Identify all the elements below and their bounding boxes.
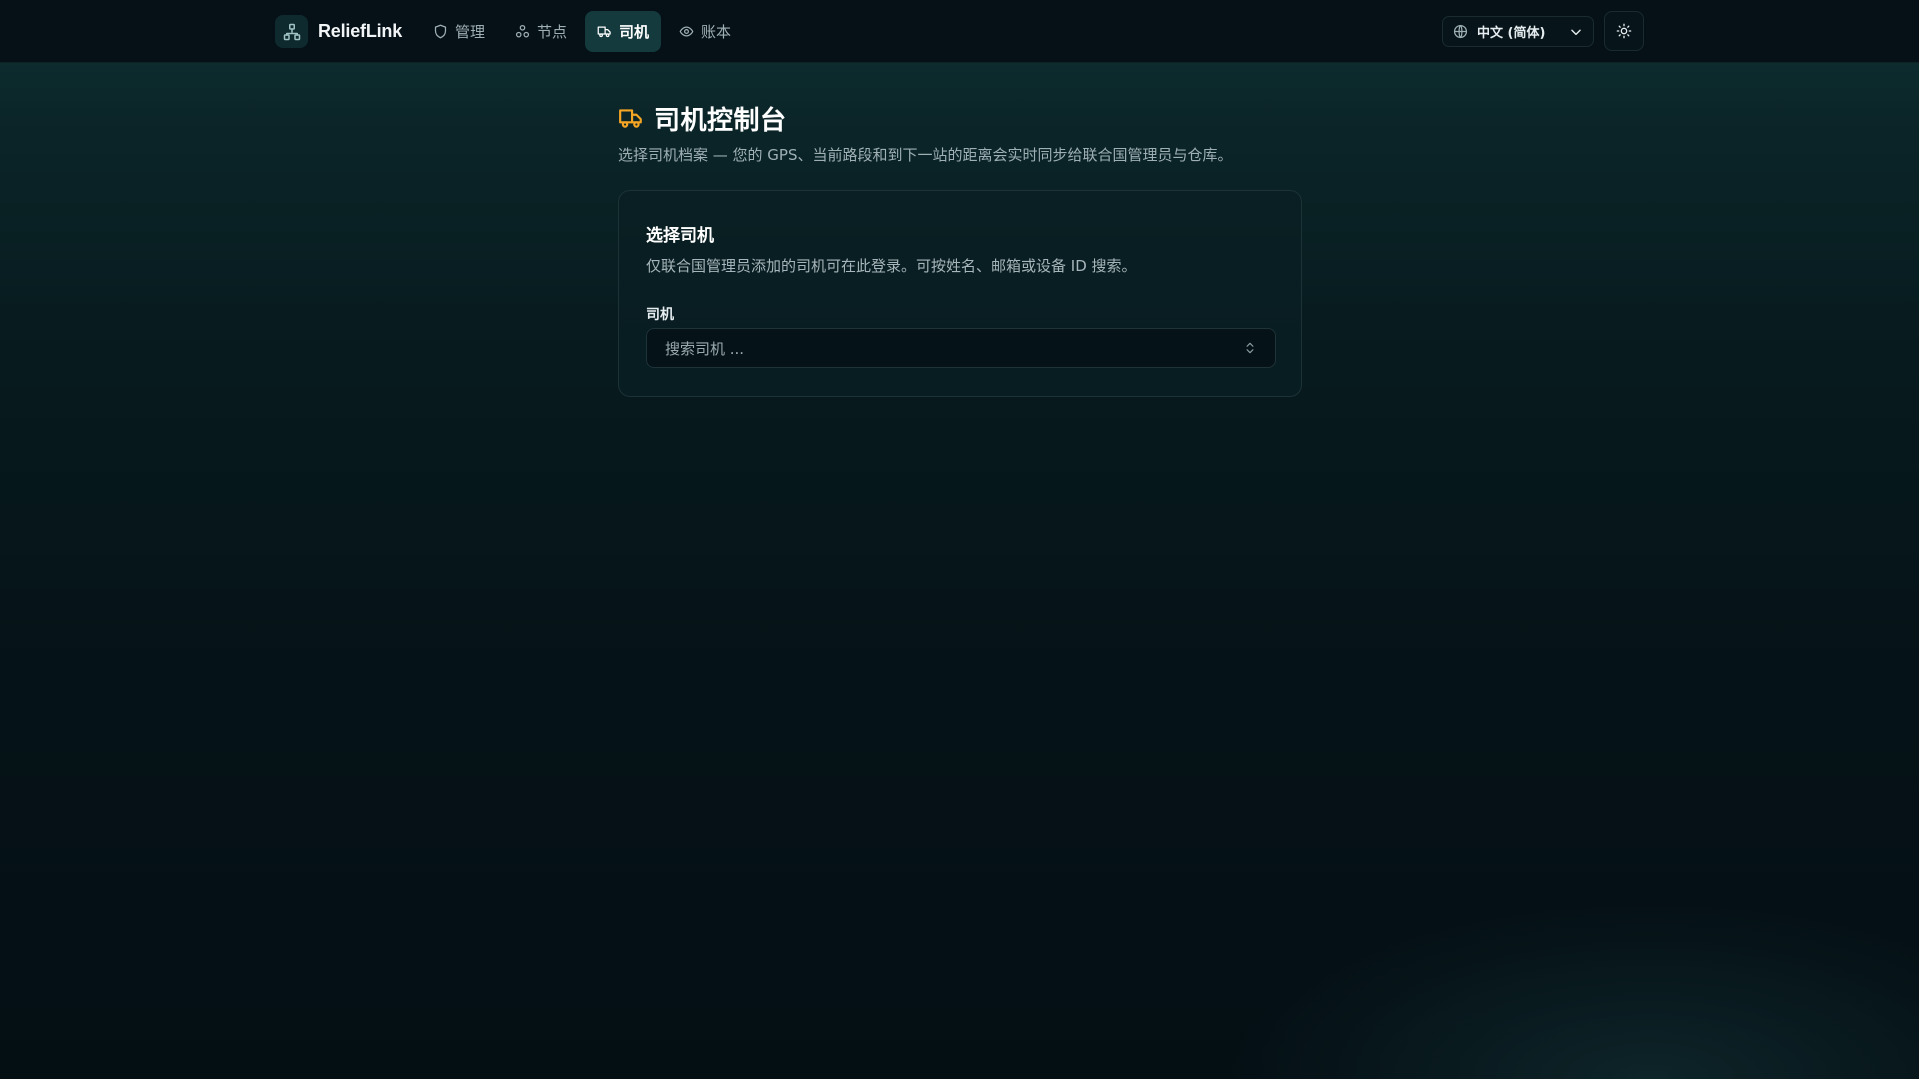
nav-item-ledger[interactable]: 账本 — [667, 11, 743, 52]
nav-item-label: 管理 — [455, 23, 486, 41]
nav-item-nodes[interactable]: 节点 — [503, 11, 579, 52]
chevrons-up-down-icon — [1246, 342, 1254, 354]
page-title: 司机控制台 — [654, 105, 787, 136]
nodes-icon — [515, 24, 530, 38]
language-label: 中文 (简体) — [1477, 26, 1546, 41]
truck-icon — [619, 109, 642, 128]
card-title: 选择司机 — [646, 226, 714, 246]
driver-search-combobox[interactable]: 搜索司机 ... — [646, 328, 1276, 368]
language-select[interactable]: 中文 (简体) — [1442, 16, 1594, 47]
page-header: 司机控制台 选择司机档案 — 您的 GPS、当前路段和到下一站的距离会实时同步给… — [618, 100, 1318, 165]
top-bar: ReliefLink 管理 节点 司机 账本 中文 (简体) — [0, 0, 1919, 63]
brand[interactable]: ReliefLink — [275, 15, 402, 48]
sun-icon — [1616, 23, 1632, 39]
nav-item-drivers[interactable]: 司机 — [585, 11, 662, 52]
driver-field-label: 司机 — [646, 307, 674, 323]
chevron-down-icon — [1571, 29, 1581, 35]
network-logo-icon — [275, 15, 308, 48]
eye-icon — [679, 26, 694, 37]
nav-item-label: 账本 — [701, 23, 732, 41]
card-description: 仅联合国管理员添加的司机可在此登录。可按姓名、邮箱或设备 ID 搜索。 — [646, 257, 1137, 275]
nav-item-label: 节点 — [537, 23, 568, 41]
theme-toggle-button[interactable] — [1604, 11, 1644, 51]
main-nav: 管理 节点 司机 账本 — [421, 11, 743, 52]
shield-icon — [434, 24, 447, 39]
truck-icon — [597, 26, 611, 38]
app-name: ReliefLink — [318, 21, 403, 41]
nav-item-label: 司机 — [619, 23, 650, 41]
globe-icon — [1453, 24, 1468, 39]
nav-item-admin[interactable]: 管理 — [421, 11, 497, 52]
page-subtitle: 选择司机档案 — 您的 GPS、当前路段和到下一站的距离会实时同步给联合国管理员… — [618, 146, 1233, 164]
driver-search-placeholder: 搜索司机 ... — [665, 339, 745, 358]
select-driver-card: 选择司机 仅联合国管理员添加的司机可在此登录。可按姓名、邮箱或设备 ID 搜索。… — [618, 190, 1302, 397]
